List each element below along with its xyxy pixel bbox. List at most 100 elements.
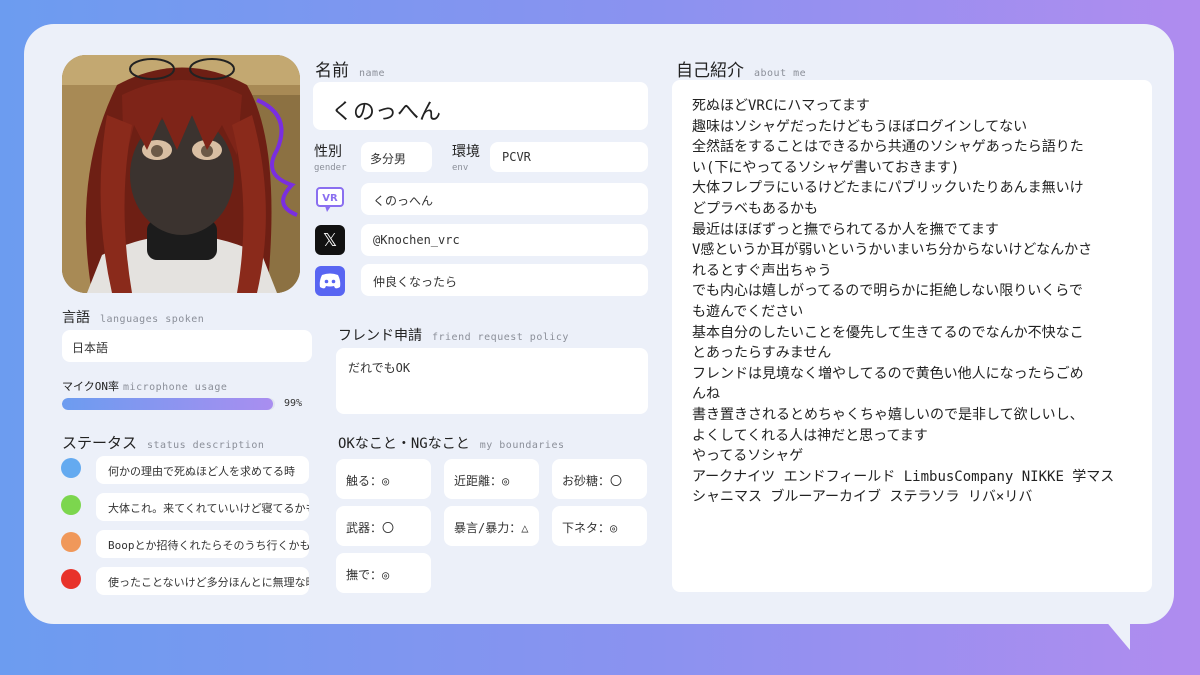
avatar-illustration bbox=[62, 55, 300, 293]
status-item: 使ったことないけど多分ほんとに無理な時 bbox=[96, 567, 309, 595]
boundary-item: 撫で：◎ bbox=[336, 553, 431, 593]
gender-value: 多分男 bbox=[370, 152, 407, 166]
gender-heading: 性別 gender bbox=[314, 145, 347, 175]
boundaries-label-en: my boundaries bbox=[479, 440, 565, 451]
status-item-text: 大体これ。来てくれていいけど寝てるかも bbox=[108, 502, 309, 515]
mic-label-en: microphone usage bbox=[123, 382, 228, 393]
boundary-item: 下ネタ：◎ bbox=[552, 506, 647, 546]
name-value: くのっへん bbox=[331, 100, 442, 125]
about-line: も遊んでください bbox=[692, 303, 804, 320]
name-heading: 名前 name bbox=[315, 56, 385, 81]
name-field: くのっへん bbox=[313, 82, 648, 130]
about-heading: 自己紹介 about me bbox=[676, 56, 806, 81]
about-line: い(下にやってるソシャゲ書いておきます) bbox=[692, 159, 960, 176]
avatar bbox=[62, 55, 300, 293]
boundary-item: お砂糖：〇 bbox=[552, 459, 647, 499]
about-line: 最近はほぼずっと撫でられてるか人を撫でてます bbox=[692, 221, 999, 238]
status-color-dot bbox=[61, 458, 81, 478]
name-label-en: name bbox=[359, 68, 386, 79]
boundary-item-text: 近距離：◎ bbox=[454, 474, 510, 488]
env-heading: 環境 env bbox=[452, 145, 480, 175]
about-line: 死ぬほどVRCにハマってます bbox=[692, 98, 870, 114]
boundary-item-text: 触る：◎ bbox=[346, 474, 390, 488]
mic-percent: 99% bbox=[284, 398, 303, 409]
boundary-item: 近距離：◎ bbox=[444, 459, 539, 499]
about-line: やってるソシャゲ bbox=[692, 448, 804, 465]
boundary-item: 触る：◎ bbox=[336, 459, 431, 499]
languages-label-en: languages spoken bbox=[100, 314, 205, 325]
about-line: V感というか耳が弱いというかいまいち分からないけどなんかさ bbox=[692, 242, 1093, 259]
svg-text:VR: VR bbox=[322, 193, 338, 204]
about-line: 全然話をすることはできるから共通のソシャゲあったら語りた bbox=[692, 139, 1084, 156]
languages-field: 日本語 bbox=[62, 330, 312, 362]
discord-field: 仲良くなったら bbox=[361, 264, 648, 296]
status-label-en: status description bbox=[147, 440, 265, 451]
boundary-item-text: 武器：〇 bbox=[346, 521, 395, 535]
about-line: とあったらすみません bbox=[692, 345, 832, 362]
env-label: 環境 bbox=[452, 144, 480, 160]
friend-request-label: フレンド申請 bbox=[338, 328, 422, 344]
vrchat-value: くのっへん bbox=[373, 194, 434, 208]
gender-label: 性別 bbox=[314, 144, 342, 160]
vrchat-icon: VR bbox=[315, 184, 345, 214]
about-line: シャニマス ブルーアーカイブ ステラソラ リバ×リバ bbox=[692, 489, 1033, 506]
boundary-item-text: 暴言/暴力：△ bbox=[454, 521, 529, 535]
x-account-value: @Knochen_vrc bbox=[373, 233, 460, 247]
status-color-dot bbox=[61, 495, 81, 515]
about-line: んね bbox=[692, 386, 720, 403]
x-logo-icon: 𝕏 bbox=[315, 225, 345, 255]
about-line: 大体フレプラにいるけどたまにパブリックいたりあんま無いけ bbox=[692, 180, 1084, 197]
about-line: 基本自分のしたいことを優先して生きてるのでなんか不快なこ bbox=[692, 324, 1084, 341]
about-line: フレンドは見境なく増やしてるので黄色い他人になったらごめ bbox=[692, 365, 1084, 382]
boundaries-label: OKなこと・NGなこと bbox=[338, 436, 470, 452]
status-item: Boopとか招待くれたらそのうち行くかも bbox=[96, 530, 309, 558]
x-account-field: @Knochen_vrc bbox=[361, 224, 648, 256]
status-item-text: 使ったことないけど多分ほんとに無理な時 bbox=[108, 576, 309, 589]
mic-usage-bar bbox=[62, 398, 275, 410]
env-label-en: env bbox=[452, 163, 469, 173]
gender-label-en: gender bbox=[314, 163, 347, 173]
speech-bubble-tail bbox=[1030, 618, 1130, 650]
discord-icon bbox=[315, 266, 345, 296]
languages-label: 言語 bbox=[62, 310, 90, 326]
gender-field: 多分男 bbox=[361, 142, 432, 172]
mic-usage-fill bbox=[62, 398, 273, 410]
status-label: ステータス bbox=[62, 434, 138, 452]
status-item-text: 何かの理由で死ぬほど人を求めてる時 bbox=[108, 465, 295, 478]
friend-request-heading: フレンド申請 friend request policy bbox=[338, 325, 569, 345]
about-line: どプラベもあるかも bbox=[692, 200, 818, 217]
env-field: PCVR bbox=[490, 142, 648, 172]
about-line: 趣味はソシャゲだったけどもうほぼログインしてない bbox=[692, 118, 1028, 135]
about-line: 書き置きされるとめちゃくちゃ嬉しいので是非して欲しいし、 bbox=[692, 406, 1084, 423]
mic-heading: マイクON率 microphone usage bbox=[62, 378, 227, 394]
boundary-item-text: 撫で：◎ bbox=[346, 568, 390, 582]
about-line: アークナイツ エンドフィールド LimbusCompany NIKKE 学マス bbox=[692, 468, 1115, 485]
vrchat-field: くのっへん bbox=[361, 183, 648, 215]
about-label: 自己紹介 bbox=[676, 61, 744, 81]
about-line: よくしてくれる人は神だと思ってます bbox=[692, 427, 928, 444]
status-color-dot bbox=[61, 532, 81, 552]
status-item: 何かの理由で死ぬほど人を求めてる時 bbox=[96, 456, 309, 484]
mic-label: マイクON率 bbox=[62, 380, 120, 393]
status-heading: ステータス status description bbox=[62, 432, 264, 453]
name-label: 名前 bbox=[315, 61, 349, 81]
about-line: れるとすぐ声出ちゃう bbox=[692, 262, 832, 279]
about-line: でも内心は嬉しがってるので明らかに拒絶しない限りいくらで bbox=[692, 283, 1083, 300]
languages-heading: 言語 languages spoken bbox=[62, 307, 204, 327]
boundary-item: 武器：〇 bbox=[336, 506, 431, 546]
status-color-dot bbox=[61, 569, 81, 589]
discord-value: 仲良くなったら bbox=[373, 275, 458, 289]
friend-request-field: だれでもOK bbox=[336, 348, 648, 414]
friend-request-label-en: friend request policy bbox=[432, 332, 569, 343]
status-item-text: Boopとか招待くれたらそのうち行くかも bbox=[108, 539, 309, 552]
status-item: 大体これ。来てくれていいけど寝てるかも bbox=[96, 493, 309, 521]
boundaries-heading: OKなこと・NGなこと my boundaries bbox=[338, 433, 565, 453]
boundary-item: 暴言/暴力：△ bbox=[444, 506, 539, 546]
languages-value: 日本語 bbox=[72, 341, 109, 355]
about-text: 死ぬほどVRCにハマってます趣味はソシャゲだったけどもうほぼログインしてない全然… bbox=[692, 96, 1138, 508]
env-value: PCVR bbox=[502, 150, 531, 164]
friend-request-value: だれでもOK bbox=[348, 361, 411, 375]
boundary-item-text: お砂糖：〇 bbox=[562, 474, 623, 488]
about-label-en: about me bbox=[754, 68, 807, 79]
about-field: 死ぬほどVRCにハマってます趣味はソシャゲだったけどもうほぼログインしてない全然… bbox=[672, 80, 1152, 592]
